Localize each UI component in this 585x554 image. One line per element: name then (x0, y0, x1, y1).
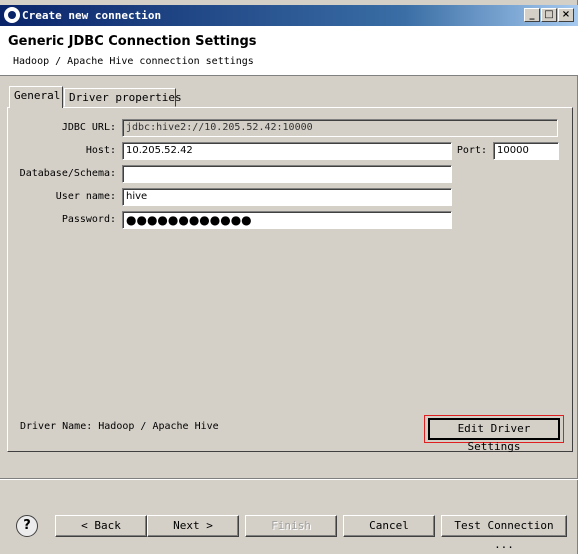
header-title: Generic JDBC Connection Settings (8, 34, 257, 49)
username-label: User name: (55, 191, 116, 202)
host-input[interactable]: 10.205.52.42 (122, 142, 452, 160)
host-label: Host: (85, 145, 116, 156)
username-input[interactable]: hive (122, 188, 452, 206)
database-label: Database/Schema: (19, 168, 116, 179)
dialog-header: Generic JDBC Connection Settings Hadoop … (0, 26, 578, 76)
app-icon (4, 7, 20, 23)
close-icon[interactable]: × (558, 8, 574, 22)
maximize-icon[interactable]: □ (541, 8, 557, 22)
edit-driver-settings-button[interactable]: Edit Driver Settings (428, 418, 560, 453)
tab-driver-properties[interactable]: Driver properties (64, 88, 182, 107)
header-subtitle: Hadoop / Apache Hive connection settings (13, 56, 254, 67)
jdbc-url-field: jdbc:hive2://10.205.52.42:10000 (122, 119, 558, 137)
window-title: Create new connection (22, 9, 162, 22)
help-icon[interactable]: ? (16, 515, 38, 537)
next-button[interactable]: Next > (147, 515, 239, 537)
title-bar[interactable]: Create new connection _ □ × (0, 5, 578, 26)
finish-button[interactable]: Finish (245, 515, 337, 537)
port-input[interactable]: 10000 (493, 142, 559, 160)
tab-general[interactable]: General (9, 86, 63, 108)
password-label: Password: (61, 214, 116, 225)
port-label: Port: (456, 145, 487, 156)
test-connection-button[interactable]: Test Connection ... (441, 515, 567, 551)
jdbc-url-label: JDBC URL: (61, 122, 116, 133)
general-panel: JDBC URL: jdbc:hive2://10.205.52.42:1000… (7, 107, 573, 453)
cancel-button[interactable]: Cancel (343, 515, 435, 537)
back-button[interactable]: < Back (55, 515, 147, 537)
edit-driver-highlight: Edit Driver Settings (424, 415, 564, 453)
database-input[interactable] (122, 165, 452, 183)
dialog-window: Create new connection _ □ × Generic JDBC… (0, 0, 578, 554)
driver-name-label: Driver Name: Hadoop / Apache Hive (20, 421, 219, 432)
password-input[interactable]: ●●●●●●●●●●●● (122, 211, 452, 229)
footer-separator (0, 478, 578, 480)
minimize-icon[interactable]: _ (524, 8, 540, 22)
